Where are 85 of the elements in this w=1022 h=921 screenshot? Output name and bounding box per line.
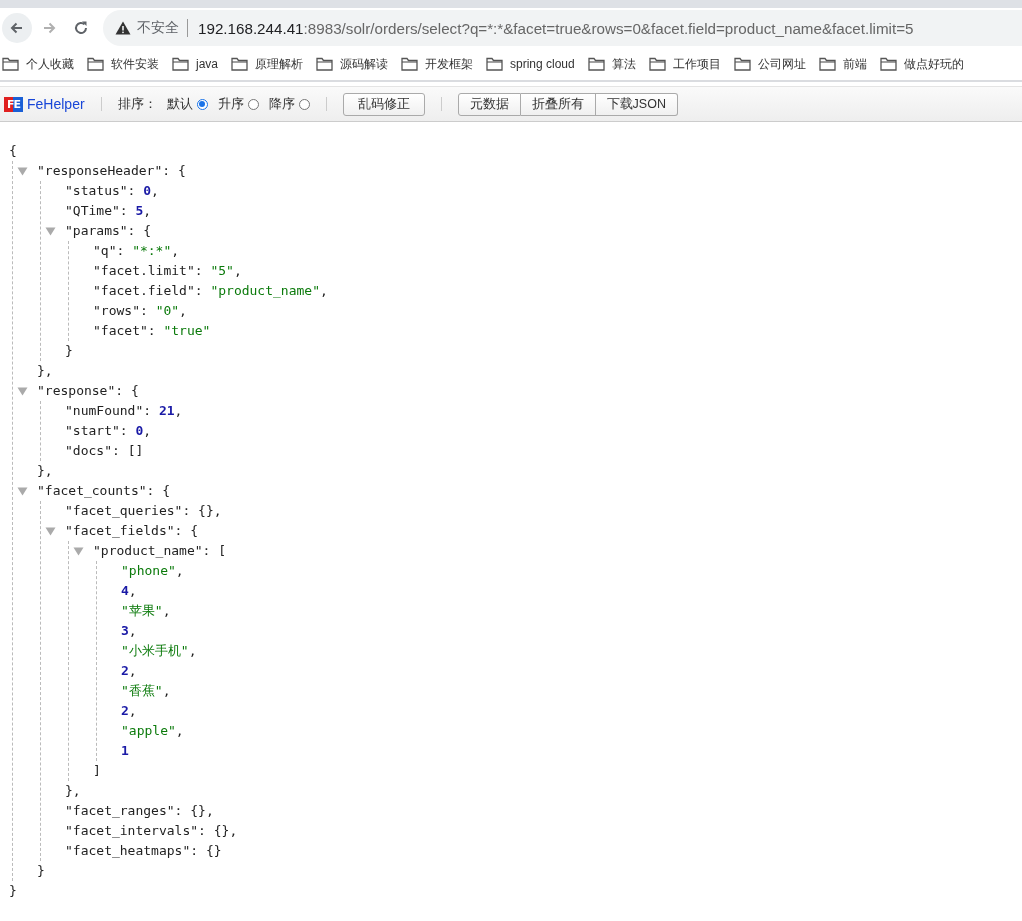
- folder-icon: [2, 57, 19, 71]
- json-line: ]: [93, 763, 101, 778]
- toolbar-button[interactable]: 元数据: [457, 92, 521, 116]
- json-line: "params": {: [65, 223, 152, 238]
- json-line: "status": 0,: [65, 183, 159, 198]
- collapse-triangle-icon[interactable]: [17, 387, 28, 396]
- bookmark-link[interactable]: 源码解读: [340, 55, 388, 73]
- folder-icon: [231, 57, 248, 71]
- folder-icon: [401, 57, 418, 71]
- json-line: "香蕉",: [121, 683, 171, 698]
- warning-icon: [115, 21, 131, 35]
- json-line: "facet.field": "product_name",: [93, 283, 328, 298]
- json-line: "小米手机",: [121, 643, 197, 658]
- bookmark-link[interactable]: java: [196, 57, 218, 71]
- json-line: }: [37, 863, 45, 878]
- url-text: 192.168.244.41:8983/solr/orders/select?q=*:*&facet=true&rows=0&facet.field=product_name&facet.limit=5: [198, 19, 914, 37]
- json-line: "numFound": 21,: [65, 403, 183, 418]
- folder-icon: [587, 57, 605, 71]
- radio-button[interactable]: [298, 98, 310, 110]
- json-line: "start": 0,: [65, 423, 152, 438]
- bookmark-link[interactable]: 开发框架: [425, 55, 473, 73]
- json-line: {: [9, 143, 17, 158]
- reload-icon[interactable]: [72, 19, 90, 37]
- folder-icon: [87, 57, 104, 71]
- bookmark-link[interactable]: spring cloud: [510, 57, 575, 71]
- json-line: "response": {: [37, 383, 139, 398]
- json-line: "QTime": 5,: [65, 203, 152, 218]
- json-line: "docs": []: [65, 443, 144, 458]
- json-line: "facet_heatmaps": {}: [65, 843, 222, 858]
- radio-button[interactable]: [247, 98, 259, 110]
- encoding-fix-button[interactable]: 乱码修正: [342, 92, 425, 116]
- json-line: "responseHeader": {: [37, 163, 186, 178]
- json-line: "facet": "true": [93, 323, 211, 338]
- toolbar-button[interactable]: 折叠所有: [520, 92, 596, 116]
- folder-icon: [879, 57, 897, 71]
- collapse-triangle-icon[interactable]: [45, 527, 56, 536]
- bookmark-link[interactable]: 算法: [611, 55, 636, 73]
- json-line: 3,: [121, 623, 137, 638]
- folder-icon: [172, 57, 189, 71]
- json-line: },: [37, 463, 53, 478]
- json-line: },: [37, 363, 53, 378]
- collapse-triangle-icon[interactable]: [17, 167, 28, 176]
- json-line: "facet_fields": {: [65, 523, 199, 538]
- toolbar-button[interactable]: 下载JSON: [595, 92, 678, 116]
- json-line: "facet_intervals": {},: [65, 823, 238, 838]
- json-line: "product_name": [: [93, 543, 227, 558]
- json-line: "facet.limit": "5",: [93, 263, 242, 278]
- bookmark-link[interactable]: 个人收藏: [26, 55, 74, 73]
- address-bar[interactable]: 不安全 192.168.244.41:8983/solr/orders/select?q=*:*&facet=true&rows=0&facet.field=product_name&facet.limit=5: [103, 10, 1022, 46]
- radio-button[interactable]: [196, 98, 208, 110]
- collapse-triangle-icon[interactable]: [45, 227, 56, 236]
- collapse-triangle-icon[interactable]: [73, 547, 84, 556]
- sort-option-label[interactable]: 升序: [217, 95, 244, 113]
- bookmark-link[interactable]: 做点好玩的: [903, 55, 964, 73]
- json-line: 4,: [121, 583, 137, 598]
- json-line: "facet_counts": {: [37, 483, 171, 498]
- json-line: 2,: [121, 703, 137, 718]
- json-line: "apple",: [121, 723, 184, 738]
- json-line: },: [65, 783, 81, 798]
- json-line: "苹果",: [121, 603, 171, 618]
- bookmark-link[interactable]: 工作项目: [672, 55, 721, 73]
- bookmark-link[interactable]: 前端: [842, 55, 867, 73]
- json-line: "facet_queries": {},: [65, 503, 222, 518]
- json-line: "phone",: [121, 563, 184, 578]
- bookmark-link[interactable]: 公司网址: [757, 55, 806, 73]
- sort-option-label[interactable]: 默认: [166, 95, 193, 113]
- folder-icon: [733, 57, 751, 71]
- json-line: "facet_ranges": {},: [65, 803, 214, 818]
- json-line: }: [65, 343, 73, 358]
- brand-name[interactable]: FeHelper: [27, 96, 85, 112]
- sort-option-label[interactable]: 降序: [268, 95, 295, 113]
- bookmark-link[interactable]: 软件安装: [111, 55, 159, 73]
- json-line: }: [9, 883, 17, 898]
- folder-icon: [486, 57, 503, 71]
- json-line: "q": "*:*",: [93, 243, 180, 258]
- json-line: "rows": "0",: [93, 303, 187, 318]
- security-label[interactable]: 不安全: [137, 19, 179, 37]
- json-line: 2,: [121, 663, 137, 678]
- sort-label: 排序：: [117, 95, 157, 113]
- folder-icon: [818, 57, 836, 71]
- collapse-triangle-icon[interactable]: [17, 487, 28, 496]
- bookmark-link[interactable]: 原理解析: [255, 55, 303, 73]
- folder-icon: [316, 57, 333, 71]
- folder-icon: [648, 57, 666, 71]
- json-line: 1: [121, 743, 129, 758]
